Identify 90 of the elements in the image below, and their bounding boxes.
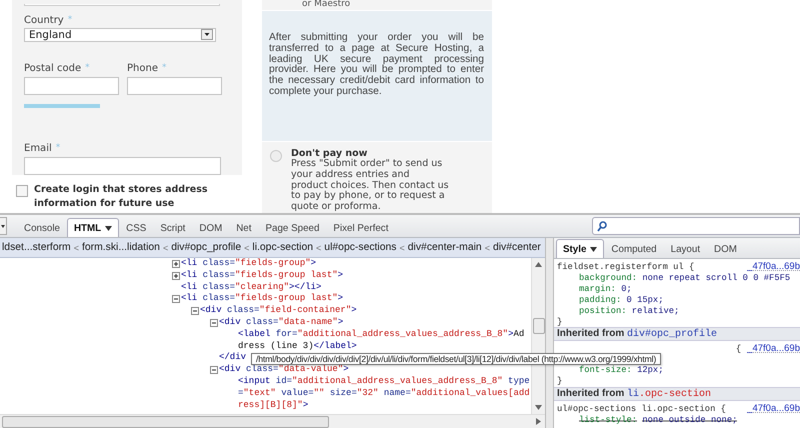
inherited-header: Inherited from div#opc_profile — [554, 327, 800, 342]
tab[interactable]: HTML — [66, 218, 120, 237]
breadcrumb-separator: < — [72, 242, 80, 252]
breadcrumb-separator: < — [315, 242, 322, 252]
breadcrumb[interactable]: div#opc_profile — [169, 242, 244, 253]
field-label: Email — [24, 143, 52, 154]
caret-icon — [105, 226, 112, 230]
tooltip: /html/body/div/div/div/div/div[2]/div/ul/li/div/form/fieldset/ul[3]/li[12]/div/div/label (http://www.w3.org/1999/xhtml) — [251, 353, 662, 365]
breadcrumb[interactable]: ldset...sterform — [0, 242, 73, 253]
required-mark: * — [68, 14, 72, 25]
caret-icon — [1, 224, 5, 228]
css-selector: fieldset.registerform ul { — [557, 262, 694, 273]
search-icon — [597, 220, 607, 232]
css-selector: ul#opc-sections li.opc-section { — [557, 404, 726, 416]
source-link[interactable]: _47f0a...69b — [747, 262, 800, 273]
tab[interactable]: DOM — [192, 218, 230, 237]
dropdown-icon — [201, 29, 213, 40]
source-link[interactable]: _47f0a...69b — [747, 344, 800, 356]
breadcrumb-separator: < — [398, 242, 406, 252]
code-line: ="text" value="" size="32" name="additional_values[add — [238, 388, 530, 400]
css-selector: { — [736, 344, 742, 356]
breadcrumb-separator: < — [484, 242, 491, 252]
required-mark: * — [85, 62, 90, 73]
scroll-right-icon[interactable] — [536, 418, 541, 425]
css-property: position: relative; — [578, 306, 680, 317]
collapse-icon[interactable] — [210, 366, 218, 374]
code-line: <input id="additional_address_values_address_B_8" type — [238, 376, 530, 388]
required-mark: * — [162, 62, 166, 73]
collapse-icon[interactable] — [172, 295, 180, 304]
horizontal-scrollbar[interactable] — [0, 414, 545, 428]
country-select[interactable]: England — [24, 28, 216, 42]
breadcrumb-separator: < — [243, 242, 250, 252]
scroll-up-icon[interactable] — [535, 262, 542, 267]
tab[interactable]: CSS — [119, 218, 154, 237]
tab[interactable]: Net — [229, 218, 258, 237]
field-label: Country — [24, 14, 64, 26]
tab[interactable]: Pixel Perfect — [326, 218, 396, 237]
scrollbar-thumb[interactable] — [533, 318, 545, 334]
css-property: margin: 0; — [578, 284, 633, 295]
collapse-icon[interactable] — [191, 307, 199, 316]
breadcrumb[interactable]: div#center-main — [406, 242, 484, 253]
search-field[interactable] — [592, 217, 800, 235]
code-line: </div — [219, 352, 246, 364]
source-link[interactable]: _47f0a...69b — [747, 404, 800, 416]
tab[interactable]: Layout — [664, 239, 708, 258]
tab[interactable]: Page Speed — [258, 218, 326, 237]
css-property: background: none repeat scroll 0 0 #F5F5 — [578, 272, 792, 284]
css-property: font-size: 12px; — [578, 365, 664, 376]
code-line: <li class="fields-group last"> — [181, 270, 344, 282]
inherited-header: Inherited from li.opc-section — [554, 387, 800, 402]
code-line: <div class="field-container"> — [200, 305, 357, 317]
email-field[interactable] — [24, 157, 221, 175]
tab[interactable]: DOM — [707, 239, 744, 258]
radio-button[interactable] — [270, 150, 282, 162]
css-property: padding: 0 15px; — [578, 294, 664, 306]
code-line: <li class="fields-group last"> — [181, 293, 344, 306]
scroll-down-icon[interactable] — [535, 405, 542, 410]
field-label: Postal code — [24, 62, 82, 74]
closing-brace: } — [557, 316, 564, 328]
payment-info-text: After submitting your order you will be transferred to a page at Secure Hosting, a leading UK secure payment processing provider. Here you will be prompted to enter the necessary credit/debit card information to complete your purchase. — [269, 33, 484, 98]
code-line: ress][B][8]"> — [238, 400, 308, 412]
tab[interactable]: Style — [556, 239, 604, 258]
breadcrumb-separator: < — [162, 242, 170, 252]
menu-button[interactable] — [0, 217, 7, 235]
checkbox[interactable] — [16, 185, 28, 197]
breadcrumb[interactable]: li.opc-section — [250, 242, 316, 253]
tab[interactable]: Script — [153, 218, 192, 237]
breadcrumb[interactable]: form.ski...lidation — [80, 242, 162, 253]
code-line: <li class="fields-group"> — [181, 258, 316, 270]
option-title: Don't pay now — [291, 148, 368, 159]
caret-icon — [590, 246, 598, 252]
collapse-icon[interactable] — [210, 318, 218, 327]
option-description: Press "Submit order" to send us your address entries and product choices. Then contact us to pay by phone, or to request a quote or proforma. — [291, 159, 449, 213]
code-line: <div class="data-name"> — [219, 316, 344, 329]
postal-code-field[interactable] — [24, 76, 119, 95]
code-line: <li class="clearing"></li> — [181, 282, 322, 294]
tab[interactable]: Computed — [604, 239, 664, 258]
phone-field[interactable] — [127, 76, 222, 95]
breadcrumb[interactable]: ul#opc-sections — [322, 242, 398, 253]
expand-icon[interactable] — [172, 260, 180, 268]
code-line: dress (line 3)</label> — [238, 340, 357, 352]
expand-icon[interactable] — [172, 272, 180, 280]
tab[interactable]: Console — [17, 218, 67, 237]
breadcrumb[interactable]: div#center — [490, 242, 543, 253]
closing-brace: } — [557, 376, 564, 388]
required-mark: * — [56, 143, 60, 153]
field-label: Phone — [127, 62, 158, 74]
code-line: <div class="data-value"> — [219, 364, 349, 376]
code-line: <label for="additional_address_values_address_B_8">Ad — [238, 328, 524, 341]
checkbox-label: Create login that stores address information for future use — [34, 183, 209, 211]
